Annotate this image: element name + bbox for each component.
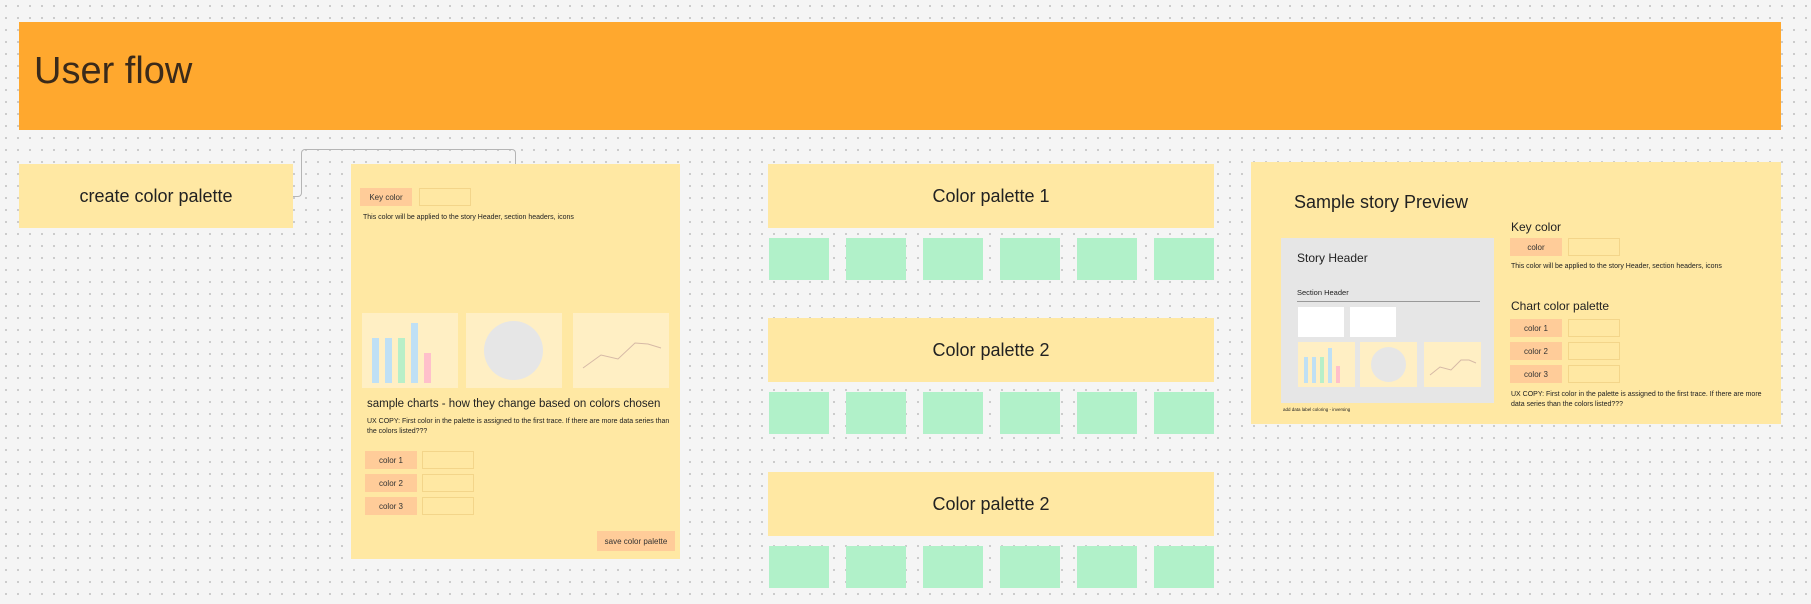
- create-palette-label: create color palette: [79, 185, 233, 206]
- palette-2-swatch[interactable]: [923, 392, 983, 434]
- palette-2-swatch[interactable]: [1154, 392, 1214, 434]
- pie-circle: [1371, 347, 1406, 382]
- key-color-button[interactable]: color: [1510, 238, 1562, 256]
- palette-1-swatch[interactable]: [1077, 238, 1137, 280]
- palette-3-header: Color palette 2: [768, 472, 1214, 536]
- palette-2-swatch[interactable]: [1000, 392, 1060, 434]
- sample-pie-chart: [466, 313, 562, 388]
- bar: [372, 338, 379, 383]
- bar: [424, 353, 431, 383]
- palette-1-swatch[interactable]: [923, 238, 983, 280]
- color-2-button[interactable]: color 2: [365, 474, 417, 492]
- flow-connector: [301, 149, 516, 164]
- key-color-description: This color will be applied to the story …: [363, 214, 574, 221]
- flow-connector-stub: [293, 164, 302, 197]
- palette-2-header: Color palette 2: [768, 318, 1214, 382]
- trend-line: [582, 342, 662, 369]
- color-1-swatch[interactable]: [1568, 319, 1620, 337]
- preview-pie-chart: [1360, 342, 1417, 387]
- palette-2-swatch[interactable]: [769, 392, 829, 434]
- palette-1-header: Color palette 1: [768, 164, 1214, 228]
- preview-footnote: add data label coloring - inversing: [1283, 407, 1351, 412]
- palette-1-title: Color palette 1: [932, 185, 1050, 206]
- charts-title: sample charts - how they change based on…: [367, 398, 661, 410]
- color-1-swatch[interactable]: [422, 451, 474, 469]
- bar: [385, 338, 392, 383]
- trend-line: [1429, 359, 1477, 376]
- page-title: User flow: [34, 50, 193, 92]
- palette-3-swatch[interactable]: [1077, 546, 1137, 588]
- preview-title: Sample story Preview: [1294, 192, 1469, 212]
- palette-1-swatch[interactable]: [846, 238, 906, 280]
- preview-bar-chart: [1298, 342, 1355, 387]
- section-divider: [1297, 301, 1480, 302]
- bar: [411, 323, 418, 383]
- preview-line-svg: [1429, 359, 1477, 376]
- key-color-swatch[interactable]: [1568, 238, 1620, 256]
- section-header: Section Header: [1297, 288, 1349, 297]
- palette-1-swatch[interactable]: [1154, 238, 1214, 280]
- bar: [398, 338, 405, 383]
- palette-3-swatch[interactable]: [846, 546, 906, 588]
- palette-2-swatch[interactable]: [1077, 392, 1137, 434]
- color-1-button[interactable]: color 1: [365, 451, 417, 469]
- bar: [1328, 348, 1332, 383]
- palette-3-swatch[interactable]: [1000, 546, 1060, 588]
- pie-circle: [484, 321, 543, 380]
- color-2-swatch[interactable]: [422, 474, 474, 492]
- palette-3-swatch[interactable]: [769, 546, 829, 588]
- chart-palette-title: Chart color palette: [1511, 299, 1610, 313]
- color-3-swatch[interactable]: [1568, 365, 1620, 383]
- story-header: Story Header: [1297, 251, 1368, 265]
- preview-canvas: Story Header Section Header: [1281, 238, 1494, 403]
- palette-1-swatch[interactable]: [769, 238, 829, 280]
- palette-3-title: Color palette 2: [932, 493, 1050, 514]
- header-banner: User flow: [19, 22, 1781, 130]
- bar: [1336, 366, 1340, 383]
- color-3-button[interactable]: color 3: [365, 497, 417, 515]
- key-color-swatch[interactable]: [419, 188, 471, 206]
- color-2-swatch[interactable]: [1568, 342, 1620, 360]
- sample-line-chart: [573, 313, 669, 388]
- ux-copy: UX COPY: First color in the palette is a…: [367, 418, 670, 435]
- line-chart-svg: [582, 342, 662, 369]
- bar: [1320, 357, 1324, 383]
- sample-bar-chart: [362, 313, 458, 388]
- preview-card: [1298, 307, 1344, 337]
- color-1-button[interactable]: color 1: [1510, 319, 1562, 337]
- palette-3-swatch[interactable]: [923, 546, 983, 588]
- palette-3-swatch[interactable]: [1154, 546, 1214, 588]
- bar: [1304, 357, 1308, 383]
- color-2-button[interactable]: color 2: [1510, 342, 1562, 360]
- color-3-button[interactable]: color 3: [1510, 365, 1562, 383]
- color-3-swatch[interactable]: [422, 497, 474, 515]
- key-color-title: Key color: [1511, 220, 1562, 234]
- preview-line-chart: [1424, 342, 1481, 387]
- palette-2-swatch[interactable]: [846, 392, 906, 434]
- preview-card: [1350, 307, 1396, 337]
- story-preview-card: Sample story Preview Story Header Sectio…: [1251, 162, 1781, 424]
- palette-editor-card: Key color This color will be applied to …: [351, 164, 680, 559]
- save-palette-button[interactable]: save color palette: [597, 531, 675, 551]
- create-palette-card[interactable]: create color palette: [19, 164, 293, 228]
- palette-1-swatch[interactable]: [1000, 238, 1060, 280]
- ux-copy: UX COPY: First color in the palette is a…: [1511, 391, 1762, 408]
- palette-2-title: Color palette 2: [932, 339, 1050, 360]
- key-color-button[interactable]: Key color: [360, 188, 412, 206]
- key-color-description: This color will be applied to the story …: [1511, 263, 1722, 270]
- bar: [1312, 357, 1316, 383]
